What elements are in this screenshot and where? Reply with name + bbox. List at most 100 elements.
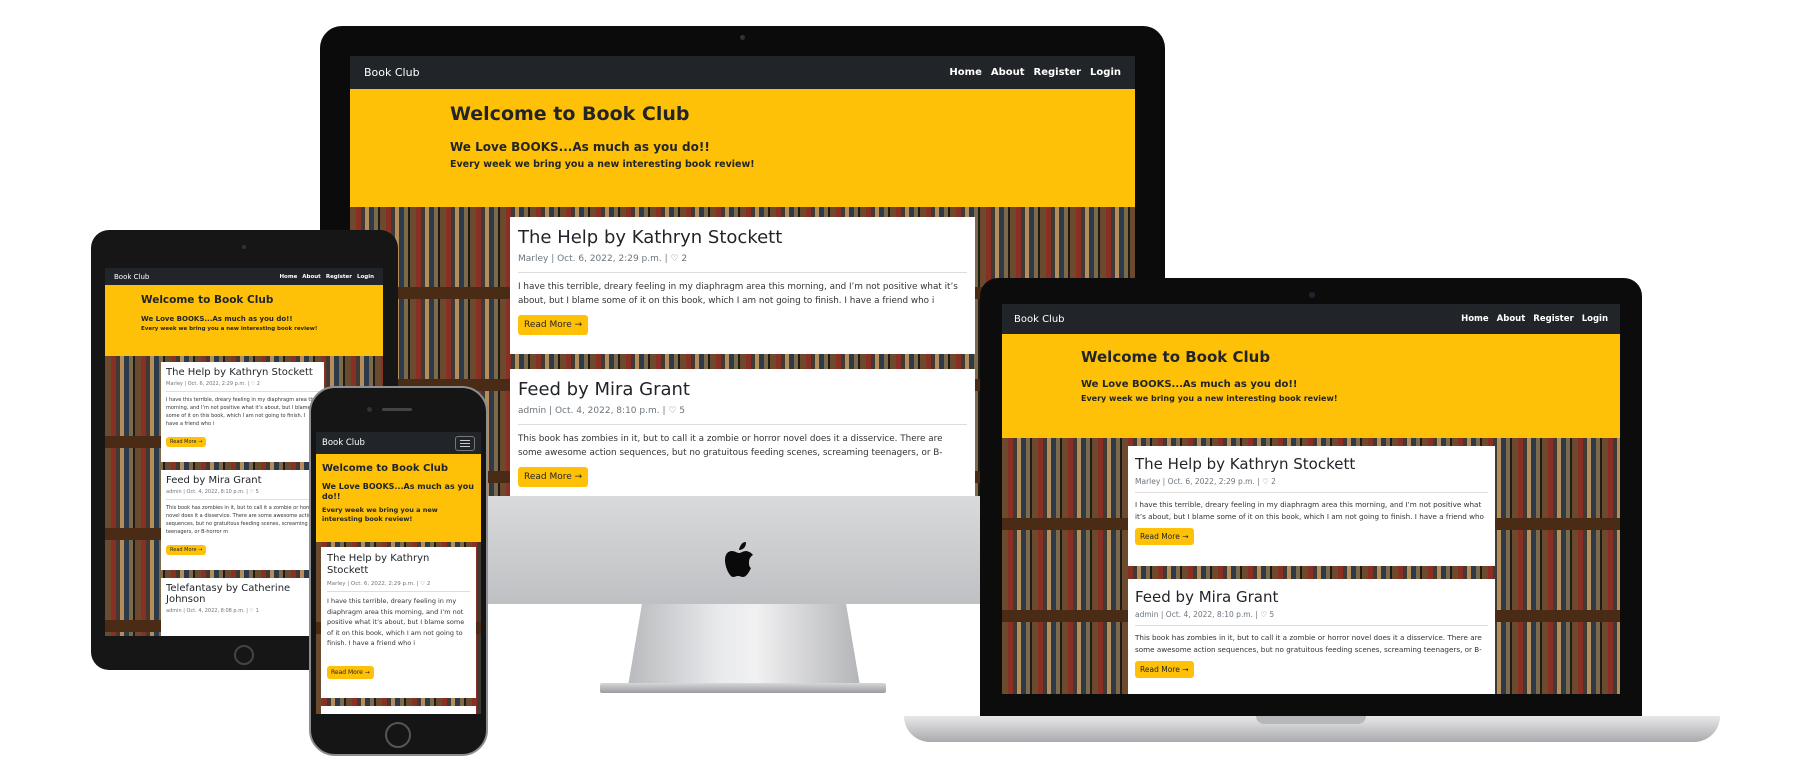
hero-subtitle: We Love BOOKS...As much as you do!! xyxy=(141,315,293,323)
post-meta: admin | Oct. 4, 2022, 8:08 p.m. | ♡ 1 xyxy=(166,608,259,614)
read-more-button[interactable]: Read More → xyxy=(166,545,207,555)
phone-screen: Book Club Welcome to Book Club We Love B… xyxy=(316,432,481,714)
post-title[interactable]: The Help by Kathryn Stockett xyxy=(327,553,470,577)
nav-about[interactable]: About xyxy=(302,274,321,280)
nav-register[interactable]: Register xyxy=(1533,314,1573,324)
navbar: Book Club Home About Register Login xyxy=(1002,304,1620,334)
hero-tagline: Every week we bring you a new interestin… xyxy=(322,506,438,523)
hero-banner: Welcome to Book Club We Love BOOKS...As … xyxy=(105,285,383,356)
navbar-brand[interactable]: Book Club xyxy=(114,273,149,281)
post-title[interactable]: Telefantasy by Catherine Johnson xyxy=(166,583,319,605)
nav-home[interactable]: Home xyxy=(949,67,981,78)
navbar-brand[interactable]: Book Club xyxy=(322,438,365,448)
post-card: The Help by Kathryn Stockett Marley | Oc… xyxy=(510,217,975,354)
tablet-home-button[interactable] xyxy=(234,645,254,665)
monitor-stand-base xyxy=(600,683,886,693)
monitor-camera xyxy=(740,35,745,40)
divider xyxy=(1135,492,1488,493)
hero-tagline: Every week we bring you a new interestin… xyxy=(141,326,318,332)
bookshelf-background: The Help by Kathryn Stockett Marley | Oc… xyxy=(1002,438,1620,694)
post-meta: admin | Oct. 4, 2022, 8:10 p.m. | ♡ 5 xyxy=(518,406,685,416)
nav-login[interactable]: Login xyxy=(357,274,374,280)
monitor-stand xyxy=(628,604,860,686)
post-excerpt: I have this terrible, dreary feeling in … xyxy=(1135,500,1484,521)
post-meta: Marley | Oct. 6, 2022, 2:29 p.m. | ♡ 2 xyxy=(1135,477,1276,486)
post-excerpt: I have this terrible, dreary feeling in … xyxy=(166,397,318,427)
nav-links: Home About Register Login xyxy=(279,274,374,280)
navbar: Book Club xyxy=(316,432,481,454)
post-title[interactable]: The Help by Kathryn Stockett xyxy=(166,367,319,378)
hero-title: Welcome to Book Club xyxy=(141,294,274,306)
laptop-camera xyxy=(1309,292,1315,298)
post-card: Feed by Mira Grant admin | Oct. 4, 2022,… xyxy=(510,369,975,496)
phone-speaker xyxy=(382,408,412,411)
post-title[interactable]: The Help by Kathryn Stockett xyxy=(518,227,967,248)
post-excerpt: I have this terrible, dreary feeling in … xyxy=(518,282,958,306)
divider xyxy=(518,272,967,273)
nav-about[interactable]: About xyxy=(991,67,1025,78)
nav-register[interactable]: Register xyxy=(326,274,352,280)
post-title[interactable]: Feed by Mira Grant xyxy=(166,475,319,486)
hero-title: Welcome to Book Club xyxy=(1081,348,1271,366)
phone-home-button[interactable] xyxy=(385,722,411,748)
read-more-button[interactable]: Read More → xyxy=(1135,661,1194,678)
hero-banner: Welcome to Book Club We Love BOOKS...As … xyxy=(316,454,481,542)
hero-banner: Welcome to Book Club We Love BOOKS...As … xyxy=(350,89,1135,207)
post-card: The Help by Kathryn Stockett Marley | Oc… xyxy=(1128,446,1495,566)
hero-subtitle: We Love BOOKS...As much as you do!! xyxy=(1081,379,1298,390)
hero-title: Welcome to Book Club xyxy=(322,463,449,474)
tablet-camera xyxy=(242,245,246,249)
post-card: Feed by Mira Grant admin | Oct. 4, 2022,… xyxy=(1128,579,1495,694)
divider xyxy=(327,591,470,592)
post-meta: admin | Oct. 4, 2022, 8:10 p.m. | ♡ 5 xyxy=(166,489,259,495)
post-meta: Marley | Oct. 6, 2022, 2:29 p.m. | ♡ 2 xyxy=(166,381,260,387)
hero-title: Welcome to Book Club xyxy=(450,103,690,125)
nav-home[interactable]: Home xyxy=(279,274,297,280)
hero-tagline: Every week we bring you a new interestin… xyxy=(450,159,755,170)
read-more-button[interactable]: Read More → xyxy=(166,437,207,447)
laptop-screen: Book Club Home About Register Login Welc… xyxy=(1002,304,1620,694)
read-more-button[interactable]: Read More → xyxy=(327,666,374,679)
hero-tagline: Every week we bring you a new interestin… xyxy=(1081,394,1338,403)
divider xyxy=(166,499,319,500)
post-meta: Marley | Oct. 6, 2022, 2:29 p.m. | ♡ 2 xyxy=(327,581,431,587)
apple-logo-icon xyxy=(725,542,753,577)
laptop-device: Book Club Home About Register Login Welc… xyxy=(980,278,1642,718)
post-card: The Help by Kathryn Stockett Marley | Oc… xyxy=(321,547,476,698)
nav-login[interactable]: Login xyxy=(1582,314,1608,324)
post-card: Feed by Mira Grant admin | Oct. 4, 2022,… xyxy=(161,470,324,570)
post-title[interactable]: The Help by Kathryn Stockett xyxy=(1135,455,1488,473)
nav-links: Home About Register Login xyxy=(949,67,1121,78)
post-excerpt: This book has zombies in it, but to call… xyxy=(166,505,316,535)
post-title[interactable]: Feed by Mira Grant xyxy=(1135,588,1488,606)
hamburger-menu-icon[interactable] xyxy=(455,435,475,451)
nav-login[interactable]: Login xyxy=(1090,67,1121,78)
navbar: Book Club Home About Register Login xyxy=(105,268,383,285)
divider xyxy=(518,424,967,425)
bookshelf-background: The Help by Kathryn Stockett Marley | Oc… xyxy=(316,542,481,714)
post-title[interactable]: Feed by Mira Grant xyxy=(518,379,967,400)
laptop-notch xyxy=(1256,716,1366,724)
read-more-button[interactable]: Read More → xyxy=(518,315,589,335)
read-more-button[interactable]: Read More → xyxy=(1135,528,1194,545)
divider xyxy=(1135,625,1488,626)
nav-links: Home About Register Login xyxy=(1461,314,1608,324)
read-more-button[interactable]: Read More → xyxy=(518,467,589,487)
hero-subtitle: We Love BOOKS...As much as you do!! xyxy=(322,482,474,501)
divider xyxy=(166,391,319,392)
navbar-brand[interactable]: Book Club xyxy=(364,66,420,79)
post-card: The Help by Kathryn Stockett Marley | Oc… xyxy=(161,362,324,462)
navbar-brand[interactable]: Book Club xyxy=(1014,314,1065,325)
post-excerpt: I have this terrible, dreary feeling in … xyxy=(327,597,465,647)
hero-banner: Welcome to Book Club We Love BOOKS...As … xyxy=(1002,334,1620,438)
post-meta: Marley | Oct. 6, 2022, 2:29 p.m. | ♡ 2 xyxy=(518,254,688,264)
post-card: Telefantasy by Catherine Johnson admin |… xyxy=(161,578,324,636)
hero-subtitle: We Love BOOKS...As much as you do!! xyxy=(450,140,710,154)
nav-register[interactable]: Register xyxy=(1034,67,1082,78)
nav-home[interactable]: Home xyxy=(1461,314,1489,324)
post-card xyxy=(321,706,476,714)
post-excerpt: This book has zombies in it, but to call… xyxy=(1135,633,1482,654)
phone-camera xyxy=(367,407,372,412)
navbar: Book Club Home About Register Login xyxy=(350,56,1135,89)
nav-about[interactable]: About xyxy=(1497,314,1526,324)
